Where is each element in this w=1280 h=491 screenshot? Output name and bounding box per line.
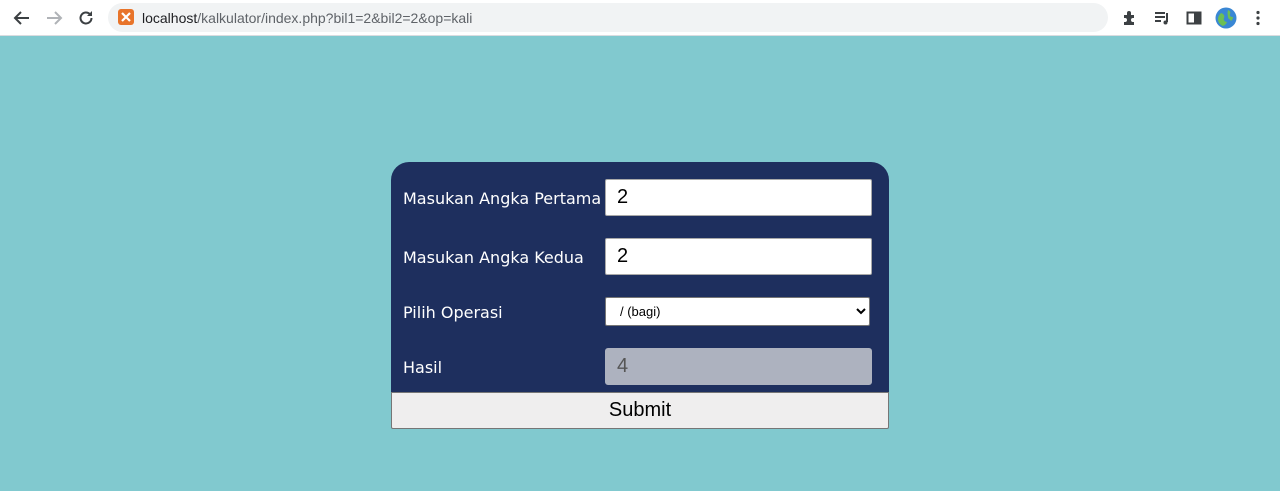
- url-host: localhost: [142, 10, 198, 26]
- submit-button[interactable]: Submit: [391, 392, 889, 429]
- browser-toolbar: localhost/kalkulator/index.php?bil1=2&bi…: [0, 0, 1280, 36]
- first-number-input[interactable]: [605, 179, 872, 216]
- url-path: /kalkulator/index.php?bil1=2&bil2=2&op=k…: [197, 10, 473, 26]
- profile-avatar[interactable]: [1212, 4, 1240, 32]
- reading-list-icon[interactable]: [1148, 4, 1176, 32]
- result-label: Hasil: [403, 358, 443, 377]
- first-number-label: Masukan Angka Pertama: [403, 189, 602, 208]
- back-icon[interactable]: [8, 4, 36, 32]
- reload-icon[interactable]: [72, 4, 100, 32]
- calculator-card: Masukan Angka Pertama Masukan Angka Kedu…: [391, 162, 889, 394]
- xampp-favicon: [118, 9, 134, 25]
- operation-label: Pilih Operasi: [403, 303, 503, 322]
- forward-icon[interactable]: [40, 4, 68, 32]
- second-number-input[interactable]: [605, 238, 872, 275]
- side-panel-icon[interactable]: [1180, 4, 1208, 32]
- url-text: localhost/kalkulator/index.php?bil1=2&bi…: [142, 10, 472, 26]
- result-field: [605, 348, 872, 385]
- extensions-icon[interactable]: [1116, 4, 1144, 32]
- address-bar[interactable]: localhost/kalkulator/index.php?bil1=2&bi…: [108, 3, 1108, 32]
- operation-select[interactable]: / (bagi): [605, 297, 870, 326]
- second-number-label: Masukan Angka Kedua: [403, 248, 584, 267]
- menu-icon[interactable]: [1244, 4, 1272, 32]
